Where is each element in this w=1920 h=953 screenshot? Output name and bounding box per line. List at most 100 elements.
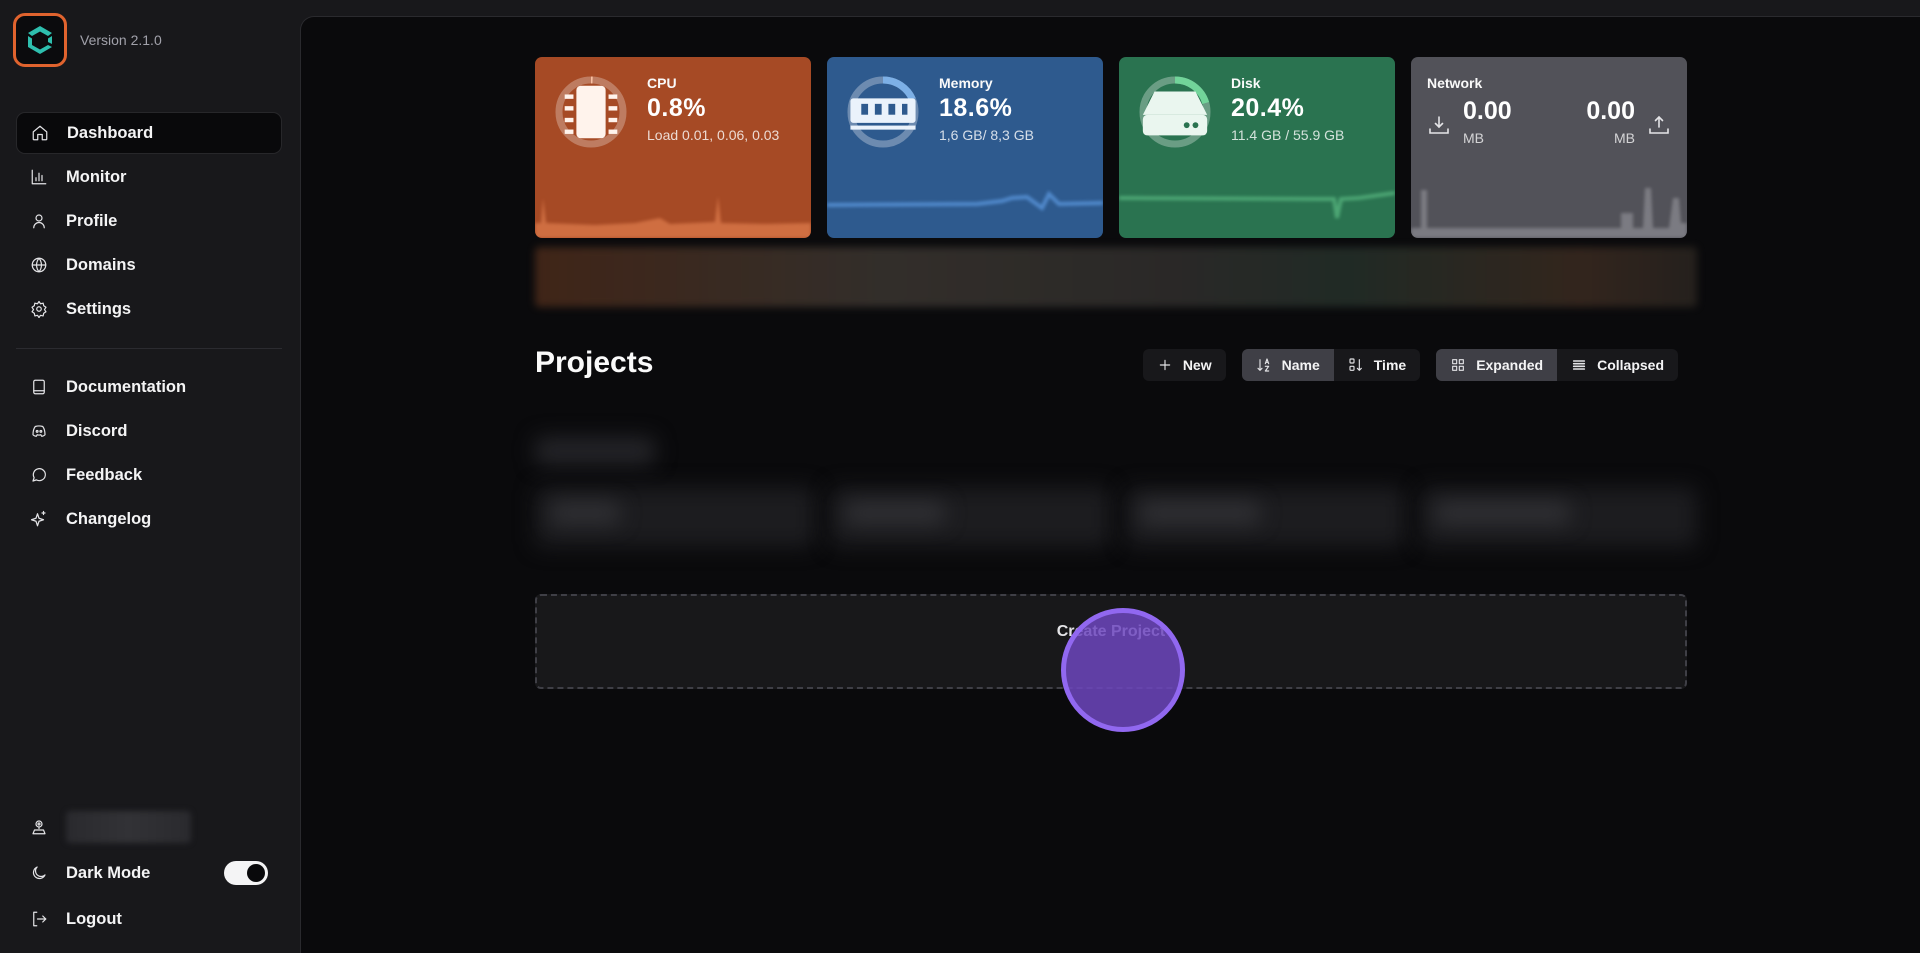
sidebar: Version 2.1.0 Dashboard Monitor Profile … [0, 0, 300, 953]
network-sparkline [1411, 188, 1687, 238]
new-project-button[interactable]: New [1143, 349, 1226, 381]
new-project-group: New [1142, 349, 1226, 381]
cpu-value: 0.8% [647, 94, 706, 122]
primary-nav: Dashboard Monitor Profile Domains Settin… [16, 112, 282, 332]
dark-mode-row: Dark Mode [16, 851, 282, 895]
disk-usage: 11.4 GB / 55.9 GB [1231, 127, 1345, 143]
sidebar-item-settings[interactable]: Settings [16, 288, 282, 330]
download-unit: MB [1463, 130, 1484, 146]
create-project-button[interactable]: Create Project [535, 594, 1687, 689]
sidebar-item-dashboard[interactable]: Dashboard [16, 112, 282, 154]
memory-ram-icon [850, 98, 916, 130]
cpu-usage-ring [553, 74, 629, 150]
logout-button[interactable]: Logout [16, 897, 282, 941]
sidebar-item-monitor[interactable]: Monitor [16, 156, 282, 198]
collapsed-view-button[interactable]: Collapsed [1557, 349, 1678, 381]
expanded-view-button[interactable]: Expanded [1436, 349, 1558, 381]
redacted-project-list [535, 417, 1697, 587]
sidebar-item-label: Feedback [66, 465, 143, 484]
disk-card[interactable]: Disk 20.4% 11.4 GB / 55.9 GB [1119, 57, 1395, 238]
hexagon-logo-icon [28, 26, 52, 54]
book-icon [30, 378, 48, 396]
bar-chart-icon [30, 168, 48, 186]
memory-usage: 1,6 GB/ 8,3 GB [939, 127, 1034, 143]
memory-usage-ring [845, 74, 921, 150]
sidebar-item-label: Domains [66, 255, 136, 274]
disk-usage-ring [1137, 74, 1213, 150]
globe-icon [30, 256, 48, 274]
sidebar-divider [16, 348, 282, 349]
download-icon [1429, 116, 1449, 134]
sidebar-item-documentation[interactable]: Documentation [16, 366, 282, 408]
sort-toggle-group: Name Time [1241, 349, 1421, 381]
sidebar-item-label: Documentation [66, 377, 187, 396]
network-download: 0.00 MB [1463, 97, 1512, 146]
redacted-project-name [550, 502, 620, 524]
gear-icon [30, 300, 48, 318]
user-pin-icon [30, 818, 48, 836]
sort-by-name-button[interactable]: Name [1241, 349, 1334, 381]
sort-alpha-icon [1257, 358, 1269, 372]
cpu-card[interactable]: CPU 0.8% Load 0.01, 0.06, 0.03 [535, 57, 811, 238]
dark-mode-toggle[interactable] [224, 861, 268, 885]
redacted-banner [535, 247, 1697, 307]
logout-icon [30, 910, 48, 928]
upload-icon [1649, 115, 1669, 134]
network-label: Network [1427, 75, 1483, 91]
memory-value: 18.6% [939, 94, 1013, 122]
user-icon [30, 212, 48, 230]
sidebar-item-discord[interactable]: Discord [16, 410, 282, 452]
sidebar-item-label: Monitor [66, 167, 127, 186]
user-account[interactable] [16, 805, 282, 849]
disk-sparkline [1119, 191, 1395, 219]
redacted-project-name [845, 502, 945, 524]
main-panel: CPU 0.8% Load 0.01, 0.06, 0.03 Memory 18… [300, 16, 1920, 953]
sparkles-icon [30, 510, 48, 528]
collapsed-label: Collapsed [1597, 357, 1664, 373]
download-value: 0.00 [1463, 97, 1512, 125]
disk-label: Disk [1231, 75, 1261, 91]
memory-label: Memory [939, 75, 993, 91]
sidebar-bottom: Dark Mode Logout [16, 805, 282, 943]
user-name-redacted [66, 811, 191, 843]
plus-icon [1159, 359, 1171, 371]
sidebar-item-label: Profile [66, 211, 118, 230]
memory-card[interactable]: Memory 18.6% 1,6 GB/ 8,3 GB [827, 57, 1103, 238]
logout-label: Logout [66, 909, 122, 928]
sidebar-item-domains[interactable]: Domains [16, 244, 282, 286]
redacted-project-heading [535, 437, 655, 465]
dark-mode-label: Dark Mode [66, 863, 151, 882]
create-project-label: Create Project [1056, 622, 1166, 640]
sidebar-item-feedback[interactable]: Feedback [16, 454, 282, 496]
sort-time-label: Time [1373, 357, 1407, 373]
sidebar-item-changelog[interactable]: Changelog [16, 498, 282, 540]
toggle-knob [247, 864, 265, 882]
secondary-nav: Documentation Discord Feedback Changelog [16, 366, 282, 542]
sidebar-item-label: Changelog [66, 509, 152, 528]
cpu-chip-icon [564, 85, 618, 139]
upload-value: 0.00 [1586, 97, 1635, 125]
network-card[interactable]: Network 0.00 MB 0.00 MB [1411, 57, 1687, 238]
app-logo[interactable] [13, 13, 67, 67]
sort-by-time-button[interactable]: Time [1334, 349, 1420, 381]
sidebar-item-profile[interactable]: Profile [16, 200, 282, 242]
network-upload: 0.00 MB [1586, 97, 1635, 146]
disk-value: 20.4% [1231, 94, 1305, 122]
projects-toolbar: New Name Time Expanded Collapsed [1142, 349, 1678, 381]
projects-title: Projects [535, 346, 654, 379]
app-version: Version 2.1.0 [80, 32, 162, 48]
view-toggle-group: Expanded Collapsed [1436, 349, 1678, 381]
hard-drive-icon [1142, 91, 1208, 136]
sidebar-item-label: Settings [66, 299, 132, 318]
sidebar-item-label: Discord [66, 421, 128, 440]
message-circle-icon [30, 466, 48, 484]
redacted-project-name [1435, 502, 1570, 524]
list-icon [1572, 360, 1586, 370]
upload-unit: MB [1614, 130, 1635, 146]
expanded-label: Expanded [1476, 357, 1544, 373]
system-stats: CPU 0.8% Load 0.01, 0.06, 0.03 Memory 18… [535, 57, 1687, 238]
sort-name-label: Name [1281, 357, 1320, 373]
grid-icon [1452, 359, 1465, 371]
moon-icon [30, 864, 48, 882]
brand: Version 2.1.0 [13, 13, 162, 67]
